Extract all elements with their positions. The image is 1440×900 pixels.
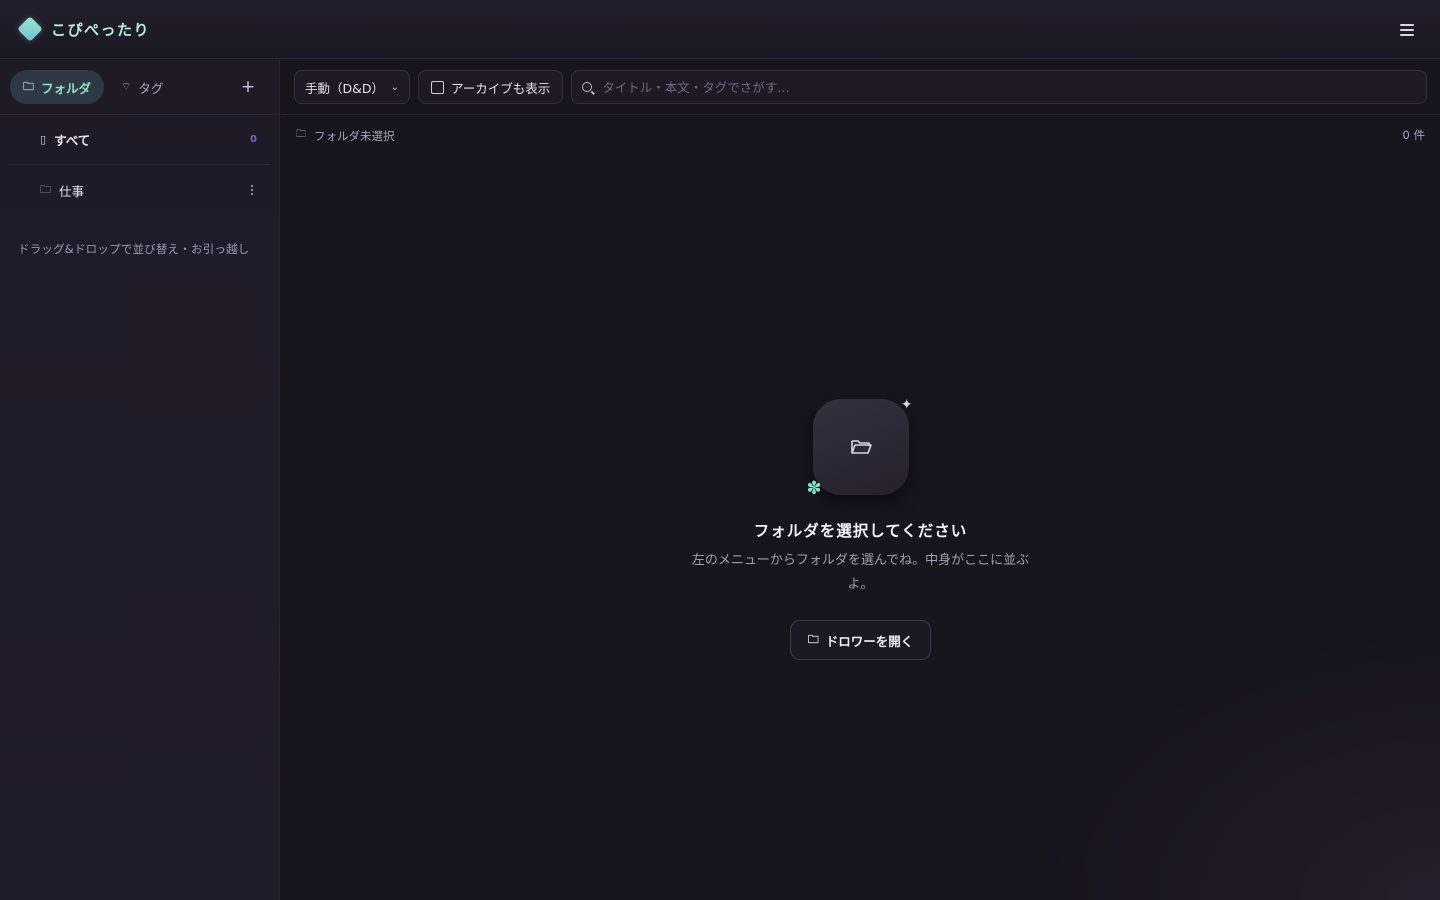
- empty-state-illustration: ✦ ✽: [807, 397, 913, 499]
- show-archive-checkbox[interactable]: [431, 80, 444, 94]
- empty-state: ✦ ✽ フォルダを選択してください 左のメニューからフォルダを選んでね。中身がこ…: [281, 397, 1440, 660]
- sidebar-item-all[interactable]: ▯ すべて 0: [8, 115, 271, 165]
- empty-state-description: 左のメニューからフォルダを選んでね。中身がここに並ぶよ。: [691, 553, 1030, 592]
- more-options-icon[interactable]: [247, 182, 257, 198]
- result-count: 0 件: [1402, 128, 1425, 142]
- plus-icon: +: [240, 77, 256, 97]
- folder-list: ▯ すべて 0 🗀 仕事: [0, 115, 279, 215]
- tab-label: フォルダ: [41, 80, 92, 96]
- folder-icon: 🗀: [40, 182, 51, 196]
- search-icon: [582, 82, 593, 92]
- search-box[interactable]: [571, 70, 1427, 104]
- tag-icon: ⌔: [121, 80, 132, 93]
- add-folder-button[interactable]: +: [237, 76, 259, 98]
- show-archive-label: アーカイブも表示: [451, 80, 551, 96]
- toolbar: 手動（D&D） ⌄ アーカイブも表示: [281, 60, 1440, 115]
- breadcrumb-label: フォルダ未選択: [314, 128, 395, 143]
- folder-icon: 🗀: [807, 632, 819, 646]
- count-badge: 0: [250, 134, 257, 145]
- app-title: こぴぺったり: [51, 20, 151, 39]
- search-input[interactable]: [602, 79, 1416, 95]
- chevron-down-icon: ⌄: [390, 81, 399, 93]
- open-drawer-label: ドロワーを開く: [825, 633, 914, 649]
- folder-icon: 🗀: [296, 129, 306, 140]
- empty-state-title: フォルダを選択してください: [753, 522, 968, 540]
- sidebar-item-work[interactable]: 🗀 仕事: [8, 165, 271, 215]
- breadcrumb: 🗀 フォルダ未選択: [296, 127, 395, 144]
- flower-icon: ✽: [806, 478, 822, 499]
- sidebar: 🗀 フォルダ ⌔ タグ + ▯ すべて 0 🗀 仕事 ドラッグ&ドロップで並び替…: [0, 60, 280, 900]
- sort-select[interactable]: 手動（D&D） ⌄: [294, 70, 410, 104]
- tab-folders[interactable]: 🗀 フォルダ: [10, 70, 105, 104]
- diamond-logo-icon: [17, 16, 43, 42]
- sparkle-icon: ✦: [900, 397, 913, 413]
- sidebar-tabs: 🗀 フォルダ ⌔ タグ +: [0, 60, 279, 115]
- app-header: こぴぺったり: [0, 0, 1440, 59]
- tab-tags[interactable]: ⌔ タグ: [108, 70, 176, 104]
- open-drawer-button[interactable]: 🗀 ドロワーを開く: [789, 620, 932, 660]
- folder-open-icon: [850, 440, 872, 454]
- sidebar-hint: ドラッグ&ドロップで並び替え・お引っ越し: [18, 242, 250, 256]
- sidebar-item-label: 仕事: [59, 183, 85, 199]
- clipboard-icon: ▯: [40, 133, 47, 146]
- main-content: 🗀 フォルダ未選択 0 件 ✦ ✽ フォルダを選択してください 左のメニューから…: [281, 116, 1440, 900]
- tab-label: タグ: [138, 80, 164, 96]
- sort-select-value: 手動（D&D）: [305, 80, 384, 96]
- folder-icon: 🗀: [23, 79, 34, 93]
- show-archive-toggle[interactable]: アーカイブも表示: [418, 70, 564, 104]
- hamburger-menu-icon[interactable]: [1396, 20, 1418, 40]
- sidebar-item-label: すべて: [54, 133, 91, 148]
